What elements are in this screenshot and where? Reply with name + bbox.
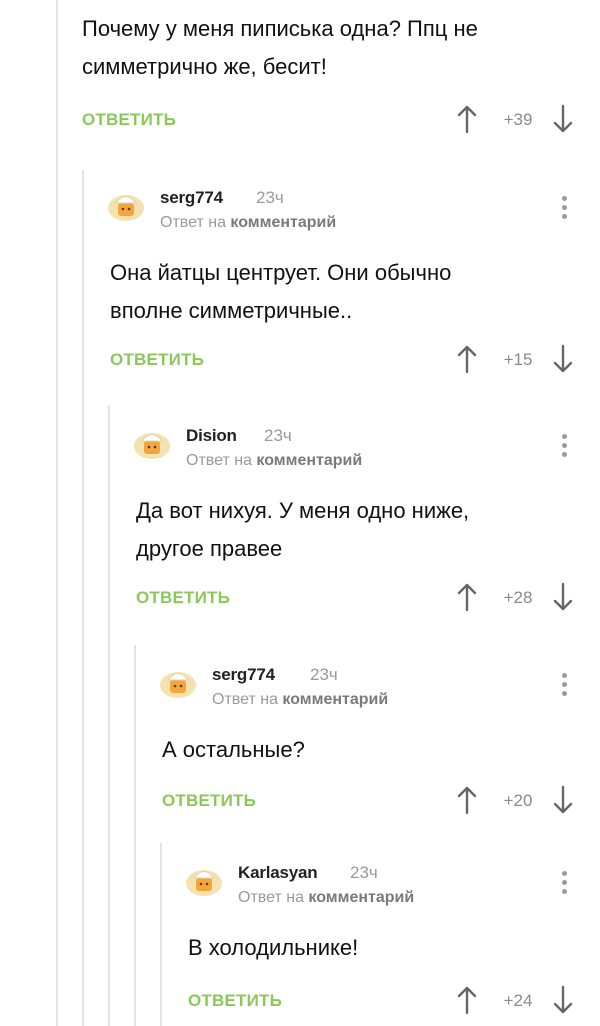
more-vertical-icon[interactable] xyxy=(562,871,568,895)
comment-text: Почему у меня пиписька одна? Ппц не симм… xyxy=(82,16,478,79)
comment-time: 23ч xyxy=(264,426,292,445)
comment-score: +15 xyxy=(503,350,533,369)
comment: Karlasyan 23ч Ответ на комментарий В хол… xyxy=(162,849,600,1019)
username[interactable]: serg774 xyxy=(160,188,223,208)
comment: Dision 23ч Ответ на комментарий Да вот н… xyxy=(110,412,600,616)
comment-actions: ОТВЕТИТЬ +28 xyxy=(110,582,600,616)
arrow-up-icon[interactable] xyxy=(456,985,478,1015)
comment-time: 23ч xyxy=(256,188,284,207)
comment: serg774 23ч Ответ на комментарий Она йат… xyxy=(84,174,600,378)
reply-to-target: комментарий xyxy=(256,452,363,469)
reply-to-target: комментарий xyxy=(230,214,337,231)
comment-time: 23ч xyxy=(310,665,338,684)
default-avatar-icon[interactable] xyxy=(132,426,172,460)
reply-to-target: комментарий xyxy=(308,889,415,906)
reply-to-prefix: Ответ на xyxy=(212,691,278,708)
comment-header: Karlasyan 23ч Ответ на комментарий xyxy=(162,849,600,909)
reply-to-link[interactable]: Ответ на комментарий xyxy=(160,214,336,232)
reply-button[interactable]: ОТВЕТИТЬ xyxy=(110,350,204,370)
comment-score: +20 xyxy=(503,791,533,810)
reply-button[interactable]: ОТВЕТИТЬ xyxy=(82,110,176,130)
comment-header: serg774 23ч Ответ на комментарий xyxy=(84,174,600,234)
comment-actions: ОТВЕТИТЬ +15 xyxy=(84,344,600,378)
default-avatar-icon[interactable] xyxy=(158,665,198,699)
reply-to-prefix: Ответ на xyxy=(238,889,304,906)
arrow-down-icon[interactable] xyxy=(552,785,574,815)
arrow-down-icon[interactable] xyxy=(552,582,574,612)
arrow-down-icon[interactable] xyxy=(552,344,574,374)
arrow-down-icon[interactable] xyxy=(552,104,574,134)
comment-text: В холодильнике! xyxy=(188,935,359,960)
comment-actions: ОТВЕТИТЬ +20 xyxy=(136,785,600,819)
comment: Почему у меня пиписька одна? Ппц не симм… xyxy=(56,10,600,138)
arrow-up-icon[interactable] xyxy=(456,344,478,374)
arrow-up-icon[interactable] xyxy=(456,785,478,815)
reply-to-link[interactable]: Ответ на комментарий xyxy=(238,889,414,907)
comment-thread: Почему у меня пиписька одна? Ппц не симм… xyxy=(0,0,600,1026)
arrow-up-icon[interactable] xyxy=(456,104,478,134)
default-avatar-icon[interactable] xyxy=(106,188,146,222)
comment-header: Dision 23ч Ответ на комментарий xyxy=(110,412,600,472)
arrow-down-icon[interactable] xyxy=(552,985,574,1015)
thread-guide-line xyxy=(56,0,58,1026)
reply-to-prefix: Ответ на xyxy=(186,452,252,469)
reply-to-link[interactable]: Ответ на комментарий xyxy=(186,452,362,470)
reply-to-prefix: Ответ на xyxy=(160,214,226,231)
more-vertical-icon[interactable] xyxy=(562,434,568,458)
comment-score: +28 xyxy=(503,588,533,607)
comment-text: А остальные? xyxy=(162,737,305,762)
reply-to-link[interactable]: Ответ на комментарий xyxy=(212,691,388,709)
username[interactable]: Dision xyxy=(186,426,237,446)
more-vertical-icon[interactable] xyxy=(562,673,568,697)
comment-score: +24 xyxy=(503,991,533,1010)
comment-time: 23ч xyxy=(350,863,378,882)
comment-score: +39 xyxy=(503,110,533,129)
comment: serg774 23ч Ответ на комментарий А остал… xyxy=(136,651,600,819)
username[interactable]: serg774 xyxy=(212,665,275,685)
comment-text: Да вот нихуя. У меня одно ниже, другое п… xyxy=(136,498,470,561)
arrow-up-icon[interactable] xyxy=(456,582,478,612)
reply-button[interactable]: ОТВЕТИТЬ xyxy=(188,991,282,1011)
comment-header: serg774 23ч Ответ на комментарий xyxy=(136,651,600,711)
comment-actions: ОТВЕТИТЬ +39 xyxy=(56,104,600,138)
username[interactable]: Karlasyan xyxy=(238,863,318,883)
comment-actions: ОТВЕТИТЬ +24 xyxy=(162,985,600,1019)
default-avatar-icon[interactable] xyxy=(184,863,224,897)
more-vertical-icon[interactable] xyxy=(562,196,568,220)
comment-text: Она йатцы центрует. Они обычно вполне си… xyxy=(110,260,452,323)
reply-button[interactable]: ОТВЕТИТЬ xyxy=(162,791,256,811)
reply-to-target: комментарий xyxy=(282,691,389,708)
reply-button[interactable]: ОТВЕТИТЬ xyxy=(136,588,230,608)
